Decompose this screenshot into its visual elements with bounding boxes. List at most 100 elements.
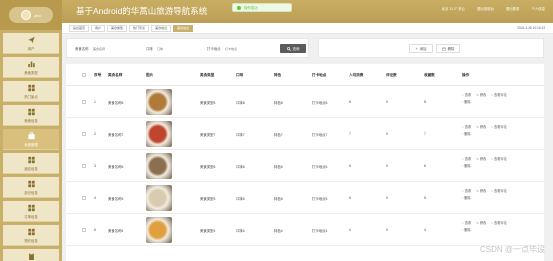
cell-name: 美食名称7 [108,132,124,137]
sidebar-item[interactable]: 系统管理 [3,129,59,150]
avatar[interactable]: abo [9,7,53,23]
sidebar-item-label: 订单信息 [24,214,38,219]
delete-row-button[interactable]: ▫删除 [462,227,471,234]
view-comments-button[interactable]: ⌕查看评论 [491,220,507,227]
cell-favorites: 7 [424,132,426,136]
cell-feature: 特色5 [274,196,283,201]
profile-link[interactable]: 个人信息 [531,6,545,11]
delete-row-button[interactable]: ▫删除 [462,131,471,138]
edit-button[interactable]: ✎修改 [476,188,486,195]
table-row: 4 美食名称5 美食类型5 口味5 特色5 打卡地点5 5 0 5 ⌕查看 ✎修改 ⌕查看评论 ▫删除 [66,182,544,214]
view-comments-button[interactable]: ⌕查看评论 [491,92,507,99]
tab[interactable]: 美食信息 [173,24,194,32]
spot-label: 打卡地点 [207,47,221,51]
table-row: 2 美食名称7 美食类型7 口味7 特色7 打卡地点7 7 0 7 ⌕查看 ✎修改 ⌕查看评论 ▫删除 [66,118,544,150]
cell-name: 美食名称5 [108,196,124,201]
view-comments-button[interactable]: ⌕查看评论 [491,156,507,163]
sidebar-item[interactable]: 热门景点 [3,81,59,102]
row-checkbox[interactable] [82,118,86,150]
food-image[interactable] [146,153,172,179]
edit-button-label: 修改 [479,157,487,161]
delete-button[interactable]: 删除 [436,44,460,53]
food-image[interactable] [146,185,172,211]
sidebar-item[interactable]: 预约信息 [3,225,59,246]
view-comments-icon: ⌕ [491,189,494,193]
cell-avg: 5 [349,196,351,200]
row-checkbox[interactable] [82,150,86,182]
delete-row-button[interactable]: ▫删除 [462,163,471,170]
sidebar-item-label: 美食信息 [24,118,38,123]
search-button-label: 查询 [292,47,300,51]
cell-spot: 打卡地点8 [312,100,328,105]
tab[interactable]: 热门景点 [129,24,150,32]
edit-button[interactable]: ✎修改 [476,156,486,163]
edit-button-label: 修改 [479,221,487,225]
cell-feature: 特色8 [274,100,283,105]
cell-spot: 打卡地点4 [312,228,328,233]
view-comments-button[interactable]: ⌕查看评论 [491,124,507,131]
sidebar-item-label: 美食类型 [24,70,38,75]
food-image[interactable] [146,89,172,115]
food-image[interactable] [146,217,172,243]
sidebar-item[interactable]: 用户 [3,33,59,54]
add-button-label: 添加 [419,47,427,51]
cell-feature: 特色4 [274,228,283,233]
cell-favorites: 8 [424,100,426,104]
sidebar-item[interactable]: 旅游信息 [3,249,59,261]
edit-icon: ✎ [476,189,479,193]
add-button[interactable]: + 添加 [409,44,433,53]
view-comments-button-label: 查看评论 [494,93,507,97]
row-checkbox[interactable] [82,182,86,214]
row-checkbox[interactable] [82,214,86,246]
cell-taste: 口味4 [236,228,245,233]
sidebar-item[interactable]: 游记信息 [3,177,59,198]
cell-index: 2 [94,132,96,136]
delete-row-button[interactable]: ▫删除 [462,195,471,202]
watermark: CSDN @一点毕设 [479,245,545,254]
edit-button-label: 修改 [479,93,487,97]
edit-button[interactable]: ✎修改 [476,220,486,227]
view-comments-button-label: 查看评论 [494,221,507,225]
tab[interactable]: 美食信息 [151,24,172,32]
view-comments-button-label: 查看评论 [494,157,507,161]
cell-comments: 0 [386,228,388,232]
logout-link[interactable]: 退出登录 [506,6,520,11]
row-actions: ⌕查看 ✎修改 ⌕查看评论 ▫删除 [462,156,542,169]
sidebar-item[interactable]: 美食信息 [3,105,59,126]
cell-index: 3 [94,164,96,168]
cell-feature: 特色6 [274,164,283,169]
app-title: 基于Android的华蒿山旅游导航系统 [76,6,208,16]
view-icon: ⌕ [462,221,464,225]
sidebar-item[interactable]: 美食类型 [3,57,59,78]
delete-row-button[interactable]: ▫删除 [462,99,471,106]
search-button[interactable]: 查询 [280,44,306,53]
cell-comments: 0 [386,132,388,136]
sidebar-item-label: 用户 [27,46,35,51]
front-page-link[interactable]: 退出到前台 [477,6,494,11]
edit-icon: ✎ [476,125,479,129]
tab[interactable]: 用户 [91,24,106,32]
row-checkbox[interactable] [82,86,86,118]
cell-index: 5 [94,228,96,232]
sidebar-item[interactable]: 酒店信息 [3,153,59,174]
food-image[interactable] [146,121,172,147]
tab[interactable]: 后台首页 [69,24,90,32]
tab[interactable]: 美食类型 [107,24,128,32]
cell-taste: 口味5 [236,196,245,201]
select-all-checkbox[interactable] [82,64,86,86]
food-name-input[interactable] [93,45,123,52]
view-comments-button[interactable]: ⌕查看评论 [491,188,507,195]
taste-input[interactable] [157,45,187,52]
spot-input[interactable] [225,45,255,52]
tabs-bar: 后台首页 用户 美食类型 热门景点 美食信息 美食信息 2024-3-26 10:16:1… [62,23,553,34]
col-favorites: 收藏数 [424,72,435,77]
edit-button[interactable]: ✎修改 [476,124,486,131]
delete-row-button-label: 删除 [464,99,471,104]
cell-taste: 口味6 [236,164,245,169]
cell-name: 美食名称4 [108,228,124,233]
grid-icon [27,204,36,212]
grid-icon [27,84,36,92]
sidebar-item[interactable]: 订单信息 [3,201,59,222]
bar-chart-icon [27,60,36,68]
edit-button[interactable]: ✎修改 [476,92,486,99]
